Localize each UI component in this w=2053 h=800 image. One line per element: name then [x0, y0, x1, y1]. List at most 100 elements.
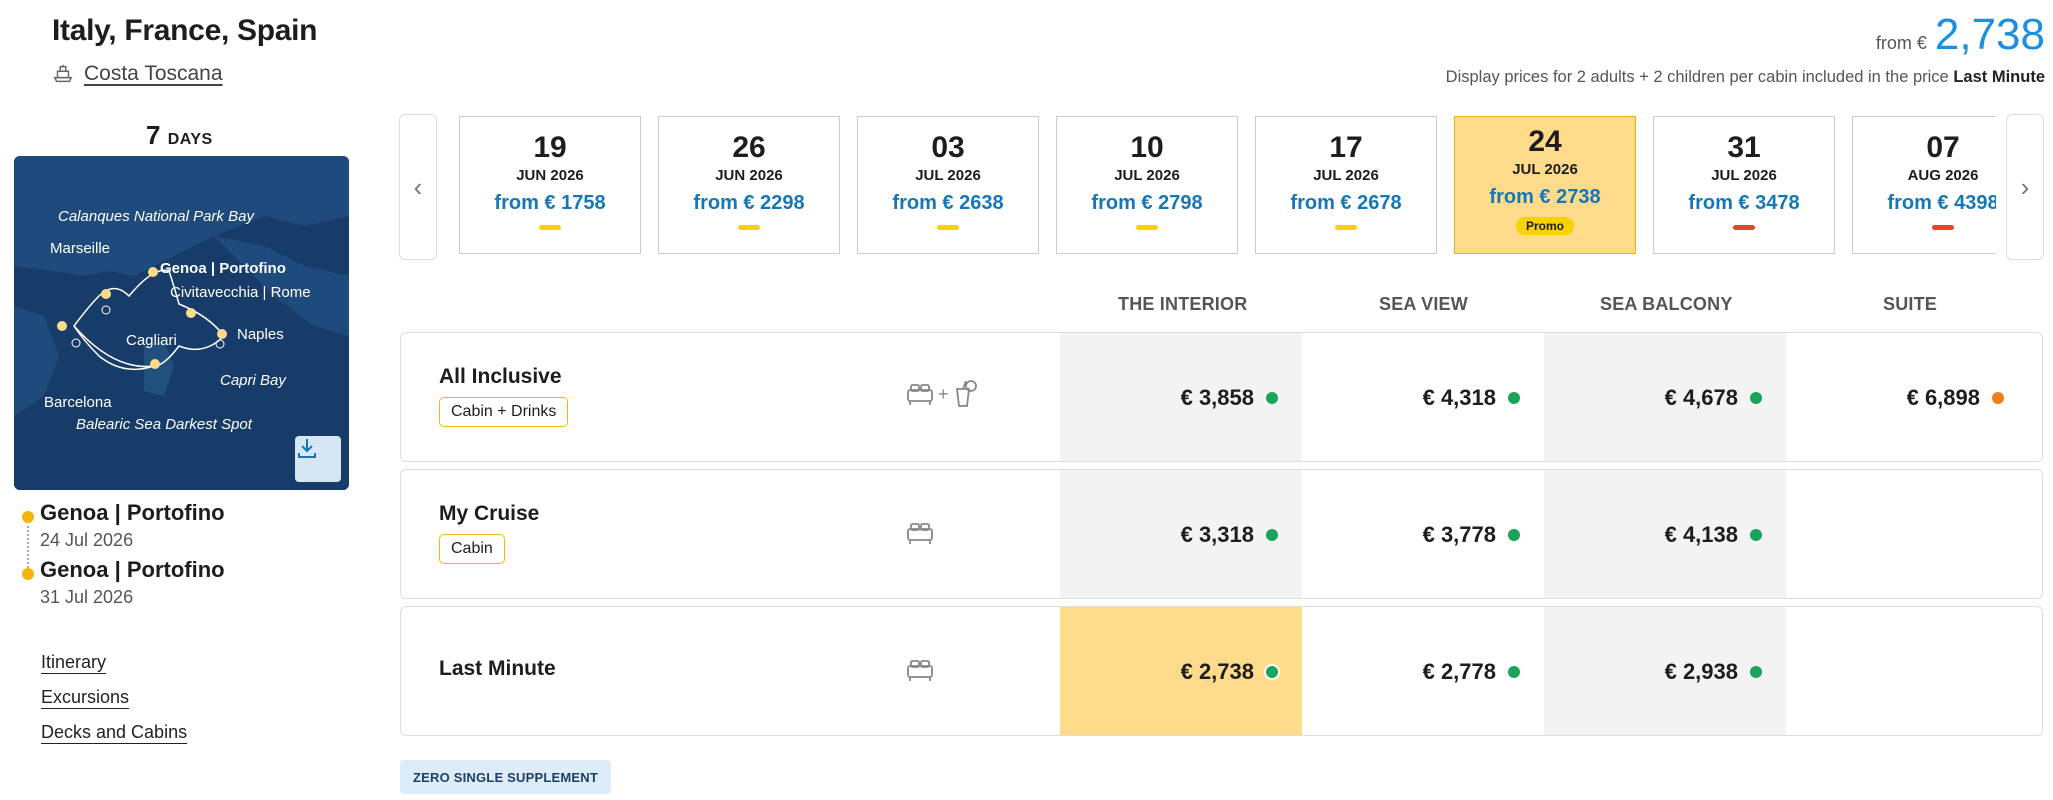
map-label-balearic: Balearic Sea Darkest Spot: [76, 416, 252, 433]
port-name: Genoa | Portofino: [40, 500, 225, 525]
date-day: 07: [1926, 131, 1960, 164]
price-value: € 3,318: [1180, 522, 1254, 547]
ship-name[interactable]: Costa Toscana: [84, 62, 223, 86]
bed-plus-drinks-icon: +: [906, 379, 979, 409]
fare-tag: Cabin + Drinks: [439, 397, 569, 427]
disclaimer-fare: Last Minute: [1953, 68, 2045, 86]
cruise-links: Itinerary Excursions Decks and Cabins: [41, 652, 187, 757]
map-label-marseille: Marseille: [50, 240, 111, 257]
date-card[interactable]: 17 JUL 2026 from € 2678: [1255, 116, 1437, 254]
price-cell-selected[interactable]: € 2,738: [1060, 607, 1302, 735]
port-name: Genoa | Portofino: [40, 557, 225, 582]
date-card[interactable]: 31 JUL 2026 from € 3478: [1653, 116, 1835, 254]
price-value: € 2,938: [1664, 659, 1738, 684]
date-month: JUN 2026: [715, 167, 783, 184]
price-cell[interactable]: € 2,778: [1302, 607, 1544, 735]
availability-dot-icon: [1750, 529, 1762, 541]
date-month: JUL 2026: [1114, 167, 1180, 184]
price-from-label: from €: [1875, 33, 1927, 53]
map-label-civitavecchia: Civitavecchia | Rome: [170, 284, 311, 301]
map-label-naples: Naples: [237, 326, 284, 343]
availability-dot-icon: [1750, 666, 1762, 678]
bed-icon: [906, 520, 934, 546]
zero-single-supplement-badge: ZERO SINGLE SUPPLEMENT: [400, 760, 611, 794]
price-value: € 4,138: [1664, 522, 1738, 547]
map-label-genoa: Genoa | Portofino: [160, 260, 286, 277]
date-card[interactable]: 03 JUL 2026 from € 2638: [857, 116, 1039, 254]
price-value: € 3,778: [1422, 522, 1496, 547]
ship-link[interactable]: Costa Toscana: [52, 62, 223, 86]
date-day: 17: [1329, 131, 1363, 164]
carousel-next-button[interactable]: ›: [2006, 114, 2044, 260]
days-label: DAYS: [167, 131, 213, 148]
date-price: from € 3478: [1688, 192, 1800, 214]
route-summary: Genoa | Portofino 24 Jul 2026 Genoa | Po…: [22, 500, 225, 614]
price-cell[interactable]: € 3,318: [1060, 470, 1302, 598]
date-price: from € 4398: [1887, 192, 1996, 214]
date-price: from € 1758: [494, 192, 606, 214]
date-day: 26: [732, 131, 766, 164]
fare-row-my-cruise: My Cruise Cabin € 3,318 € 3,778 € 4,138: [400, 469, 2043, 599]
availability-dot-icon: [1508, 392, 1520, 404]
price-cell[interactable]: € 4,678: [1544, 333, 1786, 461]
itinerary-link[interactable]: Itinerary: [41, 652, 187, 673]
date-card-selected[interactable]: 24 JUL 2026 from € 2738 Promo: [1454, 116, 1636, 254]
date-card[interactable]: 26 JUN 2026 from € 2298: [658, 116, 840, 254]
date-day: 31: [1727, 131, 1761, 164]
fare-row-last-minute: Last Minute € 2,738 € 2,778 € 2,938: [400, 606, 2043, 736]
availability-dot-icon: [1266, 529, 1278, 541]
price-value: € 2,738: [1180, 659, 1254, 684]
price-value: € 4,318: [1422, 385, 1496, 410]
route-stop-departure: Genoa | Portofino 24 Jul 2026: [22, 500, 225, 551]
map-label-calanques: Calanques National Park Bay: [58, 208, 254, 225]
availability-bar: [539, 225, 561, 230]
decks-cabins-link[interactable]: Decks and Cabins: [41, 722, 187, 743]
date-month: AUG 2026: [1907, 167, 1979, 184]
date-day: 03: [931, 131, 965, 164]
port-date: 24 Jul 2026: [40, 530, 134, 550]
itinerary-map[interactable]: Calanques National Park Bay Marseille Ge…: [14, 156, 349, 490]
availability-bar: [1335, 225, 1357, 230]
price-cell[interactable]: € 4,138: [1544, 470, 1786, 598]
fare-row-all-inclusive: All Inclusive Cabin + Drinks + € 3,858 €…: [400, 332, 2043, 462]
column-header-sea-view: SEA VIEW: [1379, 294, 1468, 314]
date-price: from € 2678: [1290, 192, 1402, 214]
download-map-button[interactable]: [295, 436, 341, 482]
date-month: JUL 2026: [1512, 161, 1578, 178]
map-label-barcelona: Barcelona: [44, 394, 112, 411]
availability-dot-icon: [1266, 666, 1278, 678]
date-month: JUL 2026: [1711, 167, 1777, 184]
availability-bar: [1136, 225, 1158, 230]
price-value: 2,738: [1934, 10, 2045, 59]
price-cell[interactable]: € 2,938: [1544, 607, 1786, 735]
excursions-link[interactable]: Excursions: [41, 687, 187, 708]
date-price: from € 2638: [892, 192, 1004, 214]
column-header-interior: THE INTERIOR: [1118, 294, 1248, 314]
days-number: 7: [146, 120, 161, 150]
port-date: 31 Jul 2026: [40, 587, 134, 607]
date-month: JUL 2026: [1313, 167, 1379, 184]
fare-tag: Cabin: [439, 534, 505, 564]
port-dot-icon: [22, 511, 34, 523]
availability-bar: [937, 225, 959, 230]
price-cell[interactable]: € 4,318: [1302, 333, 1544, 461]
date-price: from € 2298: [693, 192, 805, 214]
price-value: € 4,678: [1664, 385, 1738, 410]
date-card[interactable]: 10 JUL 2026 from € 2798: [1056, 116, 1238, 254]
price-cell[interactable]: € 3,778: [1302, 470, 1544, 598]
map-label-cagliari: Cagliari: [126, 332, 177, 349]
route-stop-arrival: Genoa | Portofino 31 Jul 2026: [22, 557, 225, 608]
price-cell-empty: [1786, 470, 2028, 598]
price-cell-empty: [1786, 607, 2028, 735]
date-day: 19: [533, 131, 567, 164]
carousel-prev-button[interactable]: ‹: [399, 114, 437, 260]
price-cell[interactable]: € 6,898: [1786, 333, 2028, 461]
date-card[interactable]: 07 AUG 2026 from € 4398: [1852, 116, 1996, 254]
date-card[interactable]: 19 JUN 2026 from € 1758: [459, 116, 641, 254]
price-cell[interactable]: € 3,858: [1060, 333, 1302, 461]
price-disclaimer: Display prices for 2 adults + 2 children…: [1446, 68, 2045, 87]
promo-badge: Promo: [1515, 217, 1574, 235]
date-price: from € 2738: [1489, 186, 1601, 208]
price-value: € 2,778: [1422, 659, 1496, 684]
availability-dot-icon: [1750, 392, 1762, 404]
